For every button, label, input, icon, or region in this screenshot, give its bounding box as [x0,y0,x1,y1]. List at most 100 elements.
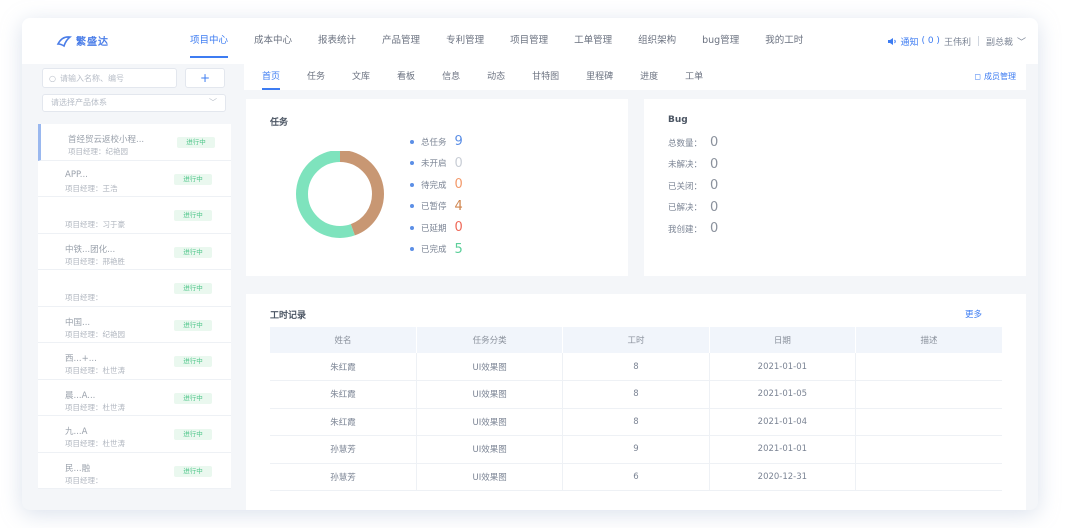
user-name[interactable]: 王伟利 [944,35,971,48]
nav-item-8[interactable]: bug管理 [702,18,739,64]
task-stat-label: 未开启 [421,159,447,170]
project-item[interactable]: 项目经理： 进行中 [38,270,231,307]
subtab-0[interactable]: 首页 [262,64,281,90]
nav-item-1[interactable]: 成本中心 [254,18,292,64]
project-name: 中铁...团化... [65,244,116,255]
subtab-2[interactable]: 文库 [352,64,370,90]
project-item[interactable]: 中铁...团化... 项目经理：邢艳胜 进行中 [38,233,231,270]
search-input[interactable]: ○ 请输入名称、编号 [42,68,177,88]
nav-item-6[interactable]: 工单管理 [574,18,612,64]
project-name: 中国... [65,317,91,328]
more-link[interactable]: 更多 [965,308,982,320]
app-logo[interactable]: 繁盛达 [56,33,109,48]
project-item[interactable]: 项目经理：习于豪 进行中 [38,197,231,234]
member-management-button[interactable]: ◻ 成员管理 [974,64,1016,90]
table-cell: 朱红霞 [270,408,417,436]
status-badge: 进行中 [174,173,212,185]
search-icon: ○ [49,73,56,83]
worklog-card: 工时记录 更多 姓名 任务分类 工时 日期 描述 朱红霞 UI效果图 8 2021-01-01… [246,294,1026,510]
status-badge: 进行中 [174,392,212,404]
app-name: 繁盛达 [76,37,109,48]
subtab-5[interactable]: 动态 [487,64,505,90]
project-manager: 项目经理：纪艳园 [68,147,128,156]
status-badge: 进行中 [174,210,212,221]
product-select[interactable]: 请选择产品体系 ﹀ [42,94,226,112]
table-cell [855,353,1002,381]
bug-stat-label: 未解决： [668,160,703,171]
nav-item-2[interactable]: 报表统计 [318,18,356,64]
chevron-down-icon[interactable]: ﹀ [1017,35,1026,48]
task-stats: 总任务 9 未开启 0 待完成 0 已暂停 4 已延期 0 已完成 5 [410,131,463,260]
notice-label: 通知 [900,37,919,48]
subtab-7[interactable]: 里程碑 [586,64,613,90]
bug-stat-row: 总数量： 0 [668,132,718,154]
task-stat-label: 已暂停 [421,202,447,213]
project-item[interactable]: 中国... 项目经理：纪艳园 进行中 [38,306,231,343]
project-manager: 项目经理：邢艳胜 [65,256,125,266]
table-cell: UI效果图 [416,353,564,381]
status-badge: 进行中 [174,429,212,440]
bug-stat-label: 总数量： [668,138,703,149]
table-cell: UI效果图 [416,463,564,491]
subtab-4[interactable]: 信息 [442,64,460,90]
project-item[interactable]: APP... 项目经理：王浩 进行中 [38,160,231,197]
project-manager: 项目经理： [65,293,103,302]
bug-stat-row: 未解决： 0 [668,154,718,176]
user-role[interactable]: 副总裁 [986,35,1013,48]
bug-stat-label: 已关闭： [668,181,703,192]
status-badge: 进行中 [174,465,212,477]
table-cell: 2020-12-31 [709,463,857,491]
table-cell: 8 [562,408,710,436]
bug-stat-value: 0 [710,178,719,194]
subtab-6[interactable]: 甘特图 [532,64,559,90]
task-stat-value: 5 [454,241,463,257]
nav-item-3[interactable]: 产品管理 [382,18,420,64]
project-sidebar: ○ 请输入名称、编号 + 请选择产品体系 ﹀ 首经贸云返校小程... 项目经理：纪… [38,64,231,510]
project-manager: 项目经理：纪艳园 [65,329,125,339]
task-stat-label: 总任务 [421,137,447,148]
task-stat-value: 0 [454,220,463,236]
project-item[interactable]: 民...融 项目经理： 进行中 [38,452,231,489]
header-right: 通知 ( 0 ) 王伟利 副总裁 ﹀ [887,18,1026,64]
bullet-dot [410,204,414,209]
notification-button[interactable]: 通知 ( 0 ) [887,35,940,48]
bug-stat-label: 已解决： [668,203,703,214]
nav-item-5[interactable]: 项目管理 [510,18,548,64]
task-stat-row: 已暂停 4 [410,196,463,218]
status-badge: 进行中 [177,137,215,148]
bullet-dot [410,139,414,144]
table-cell: 9 [562,435,710,464]
table-cell: 8 [562,380,710,409]
table-cell: 8 [562,353,710,381]
task-card-title: 任务 [270,118,289,128]
member-management-label: 成员管理 [984,72,1016,81]
table-row[interactable]: 朱红霞 UI效果图 8 2021-01-05 [270,380,1002,409]
project-manager: 项目经理：杜世涛 [65,439,125,448]
nav-item-9[interactable]: 我的工时 [765,18,803,64]
project-name: 西...+... [65,354,97,364]
status-badge: 进行中 [174,246,212,258]
project-manager: 项目经理： [65,475,103,485]
table-row[interactable]: 朱红霞 UI效果图 8 2021-01-04 [270,408,1002,436]
bullet-dot [410,182,414,187]
project-item[interactable]: 晨...A... 项目经理：杜世涛 进行中 [38,379,231,416]
bug-stats: 总数量： 0 未解决： 0 已关闭： 0 已解决： 0 我创建： 0 [668,132,718,240]
add-project-button[interactable]: + [185,68,225,88]
table-cell: UI效果图 [416,380,564,409]
table-row[interactable]: 孙慧芳 UI效果图 6 2020-12-31 [270,463,1002,491]
bug-stat-label: 我创建： [668,224,703,235]
project-item[interactable]: 首经贸云返校小程... 项目经理：纪艳园 进行中 [38,124,231,161]
nav-item-7[interactable]: 组织架构 [638,18,676,64]
subtab-1[interactable]: 任务 [307,64,325,90]
bug-stat-row: 我创建： 0 [668,218,718,240]
task-stat-row: 待完成 0 [410,174,463,196]
subtab-3[interactable]: 看板 [397,64,415,90]
nav-item-0[interactable]: 项目中心 [190,18,229,64]
project-item[interactable]: 西...+... 项目经理：杜世涛 进行中 [38,343,231,380]
subtab-8[interactable]: 进度 [640,64,658,90]
project-item[interactable]: 九...A 项目经理：杜世涛 进行中 [38,416,231,453]
table-row[interactable]: 孙慧芳 UI效果图 9 2021-01-01 [270,435,1002,464]
nav-item-4[interactable]: 专利管理 [446,18,484,64]
subtab-9[interactable]: 工单 [685,64,703,90]
table-row[interactable]: 朱红霞 UI效果图 8 2021-01-01 [270,353,1002,381]
